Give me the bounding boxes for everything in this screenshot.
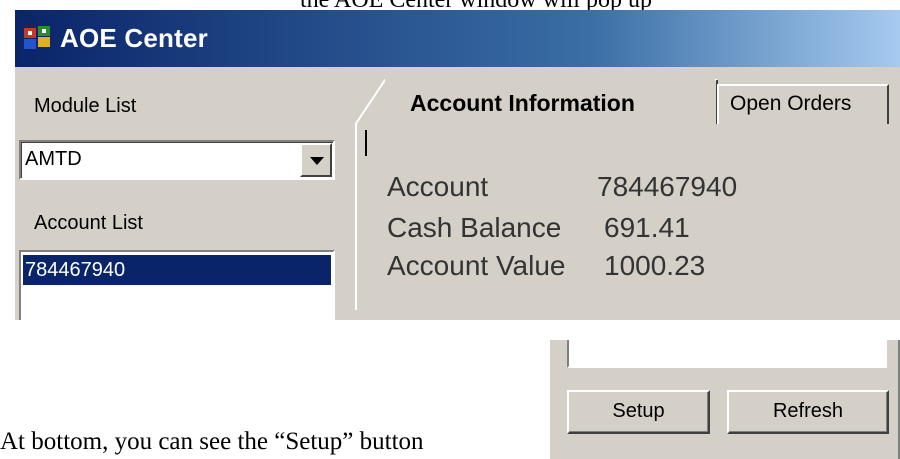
button-panel-crop: Setup Refresh — [550, 340, 900, 459]
setup-button[interactable]: Setup — [567, 390, 710, 434]
account-list[interactable]: 784467940 — [19, 250, 335, 320]
text-field[interactable] — [567, 340, 887, 368]
cash-balance-label: Cash Balance — [387, 212, 562, 243]
refresh-button[interactable]: Refresh — [727, 390, 889, 434]
chevron-down-icon — [310, 157, 324, 165]
cash-balance-value: 691.41 — [604, 212, 690, 243]
window-title: AOE Center — [60, 23, 208, 53]
document-caption: At bottom, you can see the “Setup” butto… — [0, 428, 424, 455]
account-value-label: Account Value — [387, 250, 566, 281]
module-select[interactable]: AMTD — [19, 140, 335, 180]
cut-off-text-line: the AOE Center window will pop up — [0, 0, 900, 10]
text-caret — [365, 130, 367, 156]
account-value-value: 1000.23 — [604, 250, 706, 281]
account-number: 784467940 — [597, 171, 738, 202]
title-bar[interactable]: AOE Center — [15, 10, 900, 67]
account-list-label: Account List — [34, 212, 143, 234]
list-item[interactable]: 784467940 — [23, 255, 331, 285]
tab-account-information-label: Account Information — [410, 90, 635, 116]
dropdown-button[interactable] — [300, 143, 332, 177]
tab-open-orders-label: Open Orders — [730, 92, 852, 115]
module-list-label: Module List — [34, 95, 137, 117]
app-icon — [24, 26, 50, 49]
account-label: Account — [387, 171, 489, 202]
module-select-value: AMTD — [25, 148, 82, 170]
